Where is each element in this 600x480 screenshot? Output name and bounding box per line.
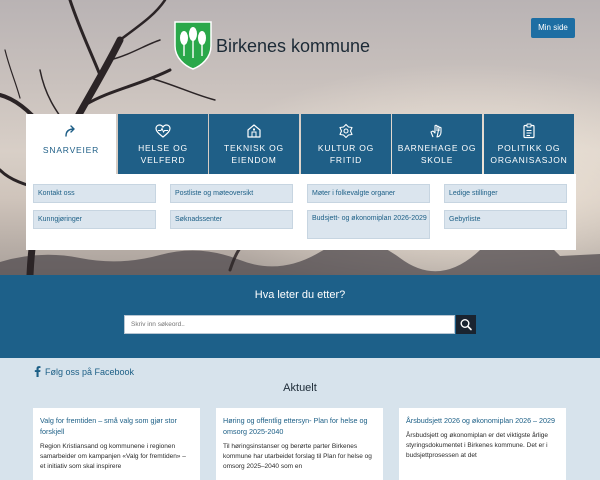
shortcut-soknadssenter[interactable]: Søknadssenter xyxy=(170,210,293,229)
tab-snarveier[interactable]: SNARVEIER xyxy=(26,114,116,176)
shortcut-kontakt-oss[interactable]: Kontakt oss xyxy=(33,184,156,203)
facebook-link[interactable]: Følg oss på Facebook xyxy=(34,366,134,377)
tab-teknisk-og-eiendom[interactable]: TEKNISK OG EIENDOM xyxy=(209,114,299,174)
tab-helse-og-velferd[interactable]: HELSE OG VELFERD xyxy=(118,114,208,174)
news-card-text: Årsbudsjett og økonomiplan er det viktig… xyxy=(406,432,548,459)
shortcut-gebyrliste[interactable]: Gebyrliste xyxy=(444,210,567,229)
tab-label: HELSE OG VELFERD xyxy=(138,143,188,165)
share-arrow-icon xyxy=(65,125,75,137)
shortcut-ledige-stillinger[interactable]: Ledige stillinger xyxy=(444,184,567,203)
tab-label: TEKNISK OG EIENDOM xyxy=(224,143,284,165)
search-title: Hva leter du etter? xyxy=(254,289,346,301)
news-card-text: Region Kristiansand og kommunene i regio… xyxy=(40,443,186,470)
tab-label: SNARVEIER xyxy=(42,145,100,155)
search-section: Hva leter du etter? xyxy=(0,275,600,358)
tab-barnehage-og-skole[interactable]: BARNEHAGE OG SKOLE xyxy=(392,114,482,174)
tab-label: POLITIKK OG ORGANISASJON xyxy=(490,143,568,165)
flower-icon xyxy=(339,123,353,139)
tab-label: KULTUR OG FRITID xyxy=(317,143,375,165)
shortcut-budsjett[interactable]: Budsjett- og økonomiplan 2026-2029 xyxy=(307,210,430,239)
min-side-button[interactable]: Min side xyxy=(531,18,575,38)
facebook-label: Følg oss på Facebook xyxy=(45,367,135,377)
tab-kultur-og-fritid[interactable]: KULTUR OG FRITID xyxy=(301,114,391,174)
news-card[interactable]: Årsbudsjett 2026 og økonomiplan 2026 – 2… xyxy=(399,408,566,480)
municipality-logo[interactable] xyxy=(173,20,213,70)
hero-banner: Birkenes kommune Min side SNARVEIER HELS… xyxy=(0,0,600,275)
shortcut-moter[interactable]: Møter i folkevalgte organer xyxy=(307,184,430,203)
clipboard-icon xyxy=(523,123,535,139)
search-icon xyxy=(460,318,472,331)
search-input[interactable] xyxy=(124,315,455,334)
heart-pulse-icon xyxy=(155,124,171,138)
hand-icon xyxy=(430,124,442,138)
news-card-title[interactable]: Høring og offentlig ettersyn- Plan for h… xyxy=(223,415,376,437)
news-card-title[interactable]: Valg for fremtiden – små valg som gjør s… xyxy=(40,415,193,437)
search-button[interactable] xyxy=(456,315,476,334)
shortcut-kunngjoringer[interactable]: Kunngjøringer xyxy=(33,210,156,229)
tab-label: BARNEHAGE OG SKOLE xyxy=(397,143,477,165)
tab-politikk-og-organisasjon[interactable]: POLITIKK OG ORGANISASJON xyxy=(484,114,574,174)
news-card-text: Til høringsinstanser og berørte parter B… xyxy=(223,443,372,470)
site-name[interactable]: Birkenes kommune xyxy=(216,36,370,57)
news-card[interactable]: Høring og offentlig ettersyn- Plan for h… xyxy=(216,408,383,480)
news-card[interactable]: Valg for fremtiden – små valg som gjør s… xyxy=(33,408,200,480)
shortcuts-panel: Kontakt oss Postliste og møteoversikt Mø… xyxy=(26,174,576,250)
facebook-icon xyxy=(34,366,41,377)
building-icon xyxy=(247,124,261,138)
news-card-title[interactable]: Årsbudsjett 2026 og økonomiplan 2026 – 2… xyxy=(406,415,559,426)
news-section-title: Aktuelt xyxy=(283,382,317,394)
shortcut-postliste[interactable]: Postliste og møteoversikt xyxy=(170,184,293,203)
